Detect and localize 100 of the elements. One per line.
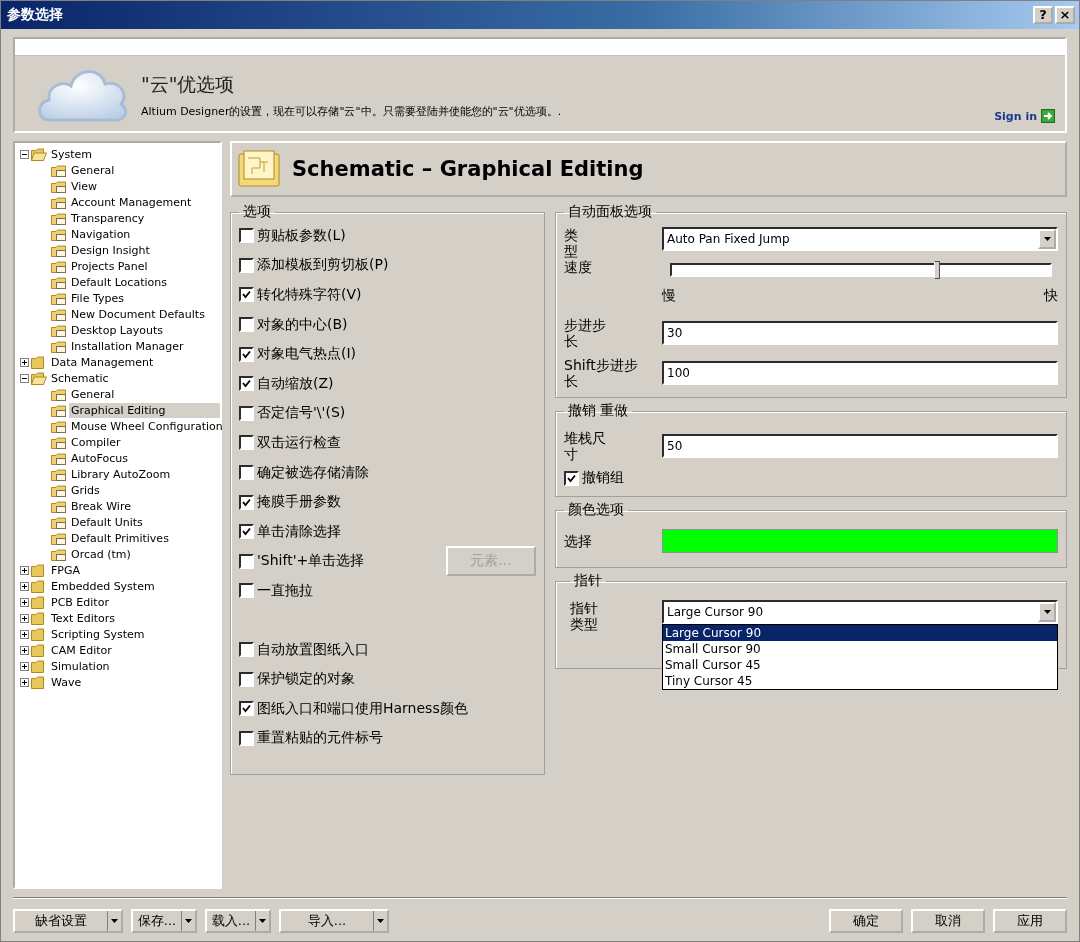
tree-item[interactable]: Wave [49,674,84,690]
checkbox[interactable] [239,642,254,657]
expand-icon[interactable] [20,357,29,367]
tree-item[interactable]: Simulation [49,658,112,674]
dialog-button[interactable]: 确定 [829,909,903,933]
tree-item[interactable]: Orcad (tm) [69,546,133,562]
option-label: 一直拖拉 [257,581,313,600]
checkbox[interactable] [239,730,254,746]
option-label: 保护锁定的对象 [257,670,355,689]
expand-icon[interactable] [20,645,29,655]
tree-item[interactable]: Default Primitives [69,530,171,546]
caret-icon [1043,610,1051,615]
folder-icon [31,675,47,689]
expand-icon[interactable] [20,629,29,639]
checkbox[interactable] [239,405,254,421]
tree-item[interactable]: Embedded System [49,578,157,594]
option-label: 重置粘贴的元件标号 [257,729,383,748]
tree-item[interactable]: Schematic [49,370,111,386]
checkbox[interactable] [239,317,254,333]
type-dropdown[interactable]: Auto Pan Fixed Jump [662,227,1058,251]
folder-icon [31,595,47,609]
field-label: 步进步长 [564,317,607,350]
page-icon [51,275,67,289]
tree-item[interactable]: Navigation [69,226,133,242]
speed-slider[interactable] [670,263,1052,278]
tree-item[interactable]: Projects Panel [69,258,150,274]
check-icon [242,497,251,507]
checkbox[interactable] [239,435,254,451]
tree-item[interactable]: General [69,162,117,178]
close-button[interactable]: × [1055,6,1075,24]
tree-item[interactable]: Mouse Wheel Configuration [69,418,225,434]
tree-item[interactable]: Desktop Layouts [69,322,165,338]
expand-icon[interactable] [20,597,29,607]
stack-size-field[interactable]: 50 [662,434,1058,459]
tree-item[interactable]: Text Editors [49,610,118,626]
checkbox[interactable] [239,228,254,244]
split-button[interactable]: 载入... [205,909,271,933]
expand-icon[interactable] [20,613,29,623]
tree-item[interactable]: Scripting System [49,626,147,642]
expand-icon[interactable] [20,581,29,591]
page-icon [51,515,67,529]
tree-item[interactable]: Transparency [69,210,147,226]
checkbox[interactable] [239,524,254,540]
tree-item[interactable]: FPGA [49,562,82,578]
checkbox[interactable] [239,494,254,510]
page-icon [51,547,67,561]
dropdown-option[interactable]: Large Cursor 90 [663,625,1057,642]
tree-item[interactable]: File Types [69,290,126,306]
tree-item[interactable]: Grids [69,482,102,498]
tree-item[interactable]: Graphical Editing [69,402,220,418]
tree-item[interactable]: Installation Manager [69,338,186,354]
collapse-icon[interactable] [20,373,29,383]
dialog-button[interactable]: 取消 [911,909,985,933]
check-icon [242,349,251,359]
dialog-button[interactable]: 应用 [993,909,1067,933]
split-button[interactable]: 导入... [279,909,389,933]
tree-item[interactable]: View [69,178,100,194]
checkbox[interactable] [239,465,254,481]
page-title: Schematic – Graphical Editing [292,157,644,181]
collapse-icon[interactable] [20,149,29,159]
tree-item[interactable]: General [69,386,117,402]
expand-icon[interactable] [20,677,29,687]
tree-item[interactable]: Account Management [69,194,194,210]
checkbox[interactable] [239,376,254,392]
caret-icon [185,919,192,923]
tree-item[interactable]: PCB Editor [49,594,111,610]
split-button[interactable]: 保存... [131,909,197,933]
page-icon [51,179,67,193]
tree-item[interactable]: Design Insight [69,242,152,258]
tree-item[interactable]: Break Wire [69,498,133,514]
checkbox[interactable] [239,583,254,599]
checkbox[interactable] [239,553,254,569]
checkbox[interactable] [239,701,254,717]
tree-item[interactable]: AutoFocus [69,450,130,466]
checkbox[interactable] [239,287,254,303]
sign-in-link[interactable]: Sign in [994,109,1055,123]
tree-item[interactable]: New Document Defaults [69,306,207,322]
help-button[interactable]: ? [1033,6,1053,24]
checkbox[interactable] [239,346,254,362]
tree-item[interactable]: Library AutoZoom [69,466,173,482]
group-title: 指针 [573,572,603,591]
page-icon [51,467,67,481]
tree-item[interactable]: System [49,146,95,162]
checkbox[interactable] [239,257,254,273]
tree-item[interactable]: Compiler [69,434,123,450]
field-label: 指针类型 [570,600,599,633]
step-field[interactable]: 30 [662,321,1058,346]
checkbox[interactable] [564,470,579,486]
checkbox[interactable] [239,671,254,687]
slider-thumb[interactable] [933,261,940,280]
check-icon [242,527,251,537]
tree-item[interactable]: CAM Editor [49,642,114,658]
expand-icon[interactable] [20,565,29,575]
expand-icon[interactable] [20,661,29,671]
tree-item[interactable]: Default Units [69,514,145,530]
color-swatch[interactable] [662,529,1058,554]
tree-item[interactable]: Data Management [49,354,156,370]
shift-step-field[interactable]: 100 [662,361,1058,386]
split-button[interactable]: 缺省设置 [13,909,123,933]
tree-item[interactable]: Default Locations [69,274,169,290]
